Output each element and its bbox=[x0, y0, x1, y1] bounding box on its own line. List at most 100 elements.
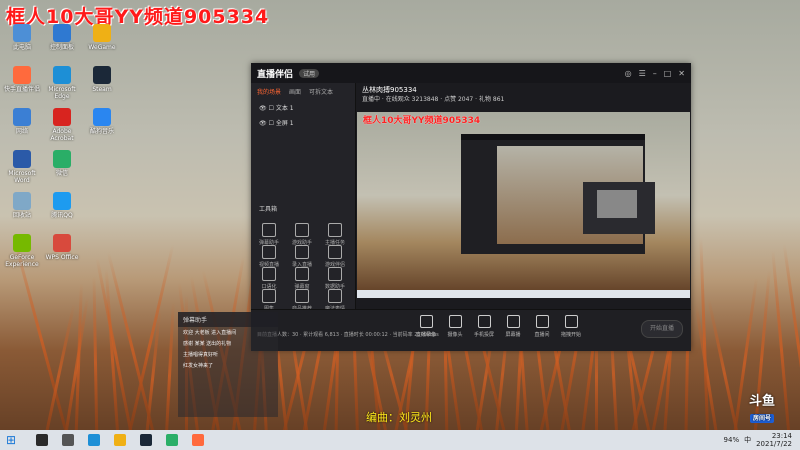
app-icon bbox=[53, 192, 71, 210]
taskbar: ⊞ 94% 中 23:14 2021/7/22 bbox=[0, 430, 800, 450]
desktop-icon[interactable]: 控制面板 bbox=[42, 24, 82, 51]
chat-line: 欢迎 大老板 进入直播间 bbox=[183, 330, 237, 336]
desktop-icon-label: 微信 bbox=[55, 170, 68, 177]
desktop-icon-label: 回收站 bbox=[12, 212, 31, 219]
desktop-icon[interactable]: Steam bbox=[82, 66, 122, 93]
scene-label: 全屏 1 bbox=[275, 120, 294, 127]
tool-item[interactable]: 录入直播 bbox=[288, 245, 316, 268]
desktop-icon[interactable]: 微信 bbox=[42, 150, 82, 177]
tool-icon bbox=[328, 223, 342, 237]
tool-item[interactable]: 主播任务 bbox=[321, 223, 349, 246]
app-icon bbox=[53, 24, 71, 42]
maximize-icon[interactable]: □ bbox=[664, 69, 672, 78]
brand-name: 斗鱼 bbox=[748, 394, 775, 409]
app-icon bbox=[93, 66, 111, 84]
desktop-icon[interactable]: WPS Office bbox=[42, 234, 82, 261]
desktop-icon-label: Steam bbox=[92, 86, 112, 93]
steam-icon[interactable] bbox=[140, 434, 152, 446]
menu-icon[interactable]: ☰ bbox=[639, 69, 646, 78]
tool-item[interactable]: 视频直播 bbox=[255, 245, 283, 268]
tool-item[interactable]: 口语化 bbox=[255, 267, 283, 290]
edge-icon[interactable] bbox=[88, 434, 100, 446]
language-indicator[interactable]: 中 bbox=[744, 435, 751, 445]
windows-start-icon[interactable]: ⊞ bbox=[6, 433, 22, 447]
broadcast-tool-icon bbox=[564, 315, 578, 328]
desktop-icon[interactable]: Adobe Acrobat bbox=[42, 108, 82, 142]
desktop-icon[interactable]: 酷狗音乐 bbox=[82, 108, 122, 135]
hair-strand bbox=[707, 298, 742, 449]
desktop-icon-label: WeGame bbox=[88, 44, 116, 51]
tool-icon bbox=[295, 267, 309, 281]
desktop-icon-label: Microsoft Word bbox=[8, 170, 36, 184]
task-view-icon[interactable] bbox=[62, 434, 74, 446]
tool-icon bbox=[328, 267, 342, 281]
chat-line: 主播唱得真好听 bbox=[183, 352, 219, 358]
broadcast-tool-icon bbox=[419, 315, 433, 328]
scene-label: 文本 1 bbox=[275, 105, 294, 112]
lyric-caption: 编曲：刘灵州 bbox=[366, 411, 432, 424]
broadcast-tool-icon bbox=[506, 315, 520, 328]
app-icon bbox=[53, 108, 71, 126]
tool-item[interactable]: 弹幕窗 bbox=[288, 267, 316, 290]
tool-icon bbox=[262, 223, 276, 237]
live-app-title: 直播伴侣 bbox=[257, 69, 294, 80]
system-tray: 94% 中 23:14 2021/7/22 bbox=[724, 432, 792, 448]
desktop-icon-label: 控制面板 bbox=[49, 44, 74, 51]
preview-panel: 丛林肉搏905334 直播中 · 在线观众 3213848 · 点赞 2047 … bbox=[356, 83, 691, 309]
desktop-icon[interactable]: GeForce Experience bbox=[2, 234, 42, 268]
scene-panel: 我的场景 画面 可拆文本 👁 ☐ 文本 1 👁 ☐ 全屏 1 工具箱 弹幕助手游… bbox=[251, 83, 356, 312]
desktop-icon[interactable]: 腾讯QQ bbox=[42, 192, 82, 219]
desktop-icon-label: Microsoft Edge bbox=[48, 86, 76, 100]
avatar[interactable]: ◎ bbox=[625, 69, 632, 78]
tool-item[interactable]: 游戏伴侣 bbox=[321, 245, 349, 268]
tool-icon bbox=[262, 289, 276, 303]
close-icon[interactable]: ✕ bbox=[678, 69, 685, 78]
minimize-icon[interactable]: – bbox=[653, 69, 657, 78]
tab-text[interactable]: 可拆文本 bbox=[309, 87, 333, 96]
live-window-titlebar: 直播伴侣 试用 ◎ ☰ – □ ✕ bbox=[251, 63, 691, 83]
app-icon bbox=[93, 108, 111, 126]
tool-item[interactable]: 数据助手 bbox=[321, 267, 349, 290]
app-icon bbox=[53, 150, 71, 168]
danmaku-title: 弹幕助手 bbox=[178, 312, 278, 327]
tool-item[interactable]: 游戏助手 bbox=[288, 223, 316, 246]
nested-titlebar bbox=[461, 134, 645, 140]
desktop-icon[interactable]: 快手直播伴侣 bbox=[2, 66, 42, 93]
app-icon bbox=[13, 108, 31, 126]
live-app-tag: 试用 bbox=[299, 68, 320, 78]
preview-taskbar bbox=[357, 290, 690, 298]
tool-icon bbox=[328, 289, 342, 303]
desktop-icon[interactable]: WeGame bbox=[82, 24, 122, 51]
app-icon bbox=[13, 66, 31, 84]
scene-item-fullscreen[interactable]: 👁 ☐ 全屏 1 bbox=[251, 115, 355, 130]
clock-time: 23:14 bbox=[771, 432, 792, 440]
desktop-icon-label: GeForce Experience bbox=[5, 254, 39, 268]
desktop-icon-label: 腾讯QQ bbox=[51, 212, 73, 219]
nested-window bbox=[461, 134, 655, 254]
desktop-icon[interactable]: Microsoft Edge bbox=[42, 66, 82, 100]
hair-strand bbox=[92, 275, 99, 450]
desktop-icon-label: 网络 bbox=[15, 128, 28, 135]
stream-preview[interactable]: 框人10大哥YY频道905334 bbox=[357, 112, 690, 298]
tab-picture[interactable]: 画面 bbox=[289, 87, 301, 96]
danmaku-panel: 弹幕助手 欢迎 大老板 进入直播间 感谢 某某 送出的礼物 主播唱得真好听 红发… bbox=[178, 312, 278, 417]
clock[interactable]: 23:14 2021/7/22 bbox=[756, 432, 792, 448]
window-controls: ◎ ☰ – □ ✕ bbox=[625, 69, 685, 78]
scene-tabs: 我的场景 画面 可拆文本 bbox=[251, 83, 355, 100]
app-icon bbox=[13, 234, 31, 252]
tool-item[interactable]: 弹幕助手 bbox=[255, 223, 283, 246]
file-explorer-icon[interactable] bbox=[114, 434, 126, 446]
desktop-icon-label: 酷狗音乐 bbox=[89, 128, 114, 135]
live-assistant-icon[interactable] bbox=[192, 434, 204, 446]
app-icon bbox=[13, 24, 31, 42]
desktop-icon[interactable]: 此电脑 bbox=[2, 24, 42, 51]
search-icon[interactable] bbox=[36, 434, 48, 446]
desktop-icon[interactable]: Microsoft Word bbox=[2, 150, 42, 184]
tab-scenes[interactable]: 我的场景 bbox=[257, 87, 281, 96]
wechat-icon[interactable] bbox=[166, 434, 178, 446]
desktop-icon[interactable]: 回收站 bbox=[2, 192, 42, 219]
battery-icon[interactable]: 94% bbox=[724, 436, 740, 444]
app-icon bbox=[93, 24, 111, 42]
scene-item-text[interactable]: 👁 ☐ 文本 1 bbox=[251, 100, 355, 115]
desktop-icon[interactable]: 网络 bbox=[2, 108, 42, 135]
